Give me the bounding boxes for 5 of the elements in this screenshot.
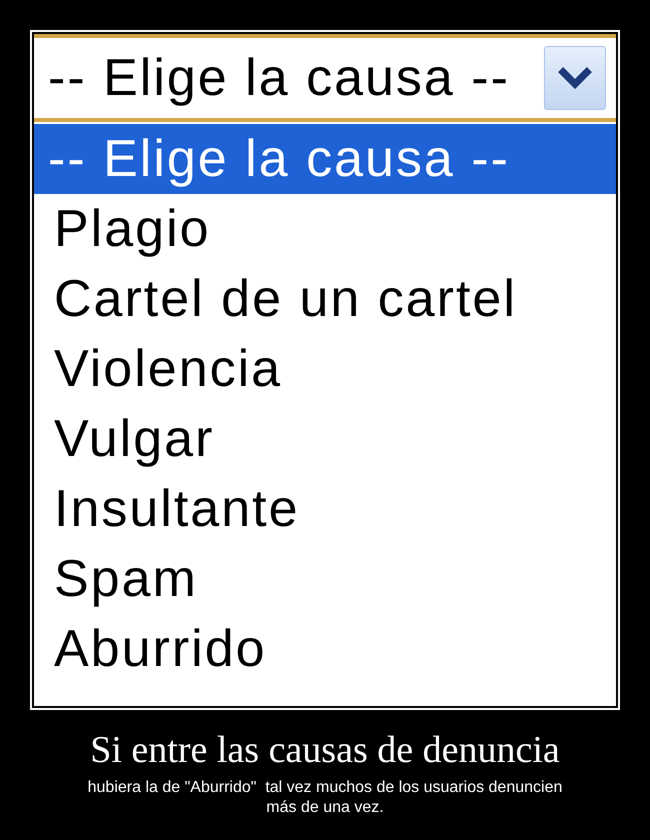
caption-text: hubiera la de "Aburrido" tal vez muchos de los usuarios denuncien más de una vez.: [86, 778, 564, 818]
dropdown-option[interactable]: -- Elige la causa --: [34, 124, 616, 194]
chevron-down-icon: [557, 66, 593, 90]
caption-title: Si entre las causas de denuncia: [90, 728, 560, 772]
dropdown-button[interactable]: [544, 46, 606, 110]
